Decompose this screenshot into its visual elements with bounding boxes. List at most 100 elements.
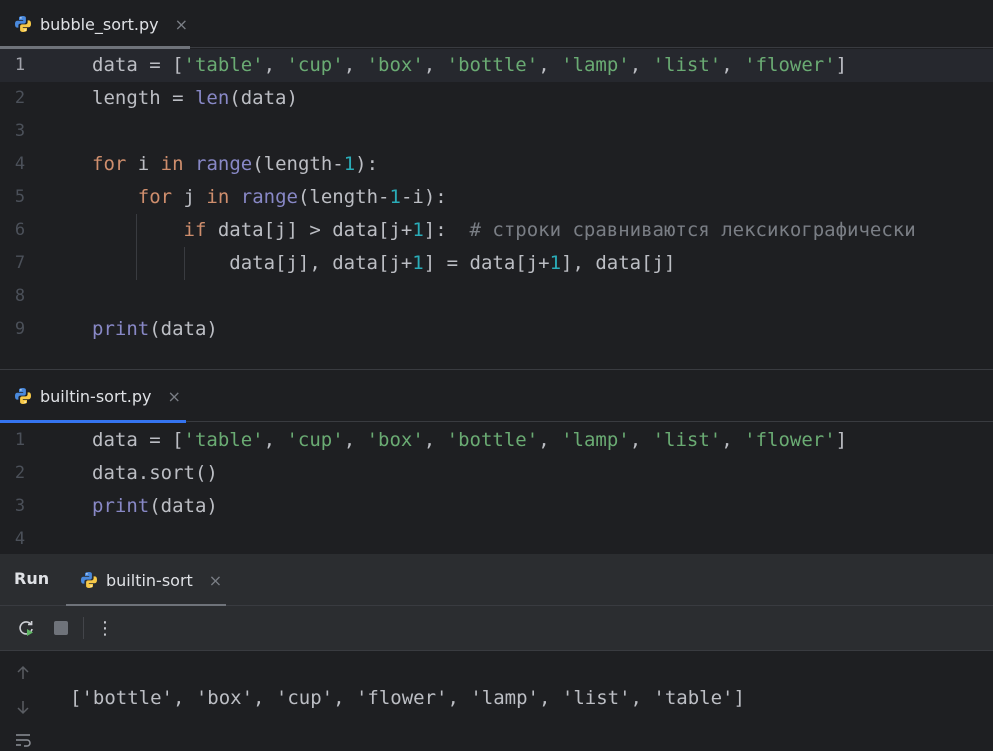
code-line[interactable]: 3 [0, 115, 993, 148]
console-output: ['bottle', 'box', 'cup', 'flower', 'lamp… [70, 687, 745, 709]
code-line[interactable]: 5 for j in range(length-1-i): [0, 181, 993, 214]
code-line[interactable]: 3 print(data) [0, 490, 993, 523]
python-file-icon [14, 387, 32, 405]
line-number: 3 [14, 121, 26, 141]
editor-tabbar-top: bubble_sort.py × [0, 0, 993, 49]
code-token: , [423, 429, 447, 451]
tab-bubble-sort[interactable]: bubble_sort.py × [0, 0, 190, 49]
code-token: , [423, 54, 447, 76]
code-token: -i): [400, 186, 447, 208]
code-text: data = ['table', 'cup', 'box', 'bottle',… [92, 49, 847, 82]
code-text: data = ['table', 'cup', 'box', 'bottle',… [92, 424, 847, 457]
code-line[interactable]: 1 data = ['table', 'cup', 'box', 'bottle'… [0, 49, 993, 82]
code-token: (length- [297, 186, 390, 208]
line-number: 8 [14, 286, 26, 306]
code-line[interactable]: 8 [0, 280, 993, 313]
code-token: # строки сравниваются лексикографически [469, 219, 916, 241]
code-editor-builtin-sort[interactable]: 1 data = ['table', 'cup', 'box', 'bottle'… [0, 424, 993, 554]
code-text: length = len(data) [92, 82, 298, 115]
toolbar-separator [83, 617, 84, 639]
more-options-icon[interactable]: ⋮ [95, 618, 115, 639]
rerun-icon[interactable] [16, 618, 36, 638]
line-number: 5 [14, 187, 26, 207]
code-token: data.sort() [92, 462, 218, 484]
code-token: i [126, 153, 161, 175]
code-token: (data) [149, 318, 218, 340]
code-text: data[j], data[j+1] = data[j+1], data[j] [92, 247, 675, 280]
code-token: , [538, 54, 562, 76]
line-number: 4 [14, 529, 26, 549]
arrow-down-icon[interactable] [13, 697, 33, 717]
close-icon[interactable]: × [168, 387, 181, 406]
code-token: ] [835, 54, 848, 76]
code-text: if data[j] > data[j+1]: # строки сравнив… [92, 214, 916, 247]
line-number: 3 [14, 496, 26, 516]
code-text: print(data) [92, 490, 218, 523]
code-token: 'cup' [286, 54, 344, 76]
code-token: , [343, 54, 367, 76]
code-token: , [263, 54, 287, 76]
code-line[interactable]: 6 if data[j] > data[j+1]: # строки сравн… [0, 214, 993, 247]
code-token: 1 [412, 219, 424, 241]
code-text: data.sort() [92, 457, 218, 490]
run-tab-builtin-sort[interactable]: builtin-sort × [66, 554, 226, 607]
code-line[interactable]: 2 data.sort() [0, 457, 993, 490]
code-token: ] [835, 429, 848, 451]
code-line[interactable]: 4 for i in range(length-1): [0, 148, 993, 181]
line-number: 7 [14, 253, 26, 273]
code-token: 'bottle' [446, 429, 539, 451]
tab-label: builtin-sort.py [40, 386, 152, 406]
stop-icon[interactable] [51, 618, 71, 638]
tab-builtin-sort[interactable]: builtin-sort.py × [0, 370, 186, 423]
code-token: , [721, 54, 745, 76]
line-number: 1 [14, 430, 26, 450]
code-token: for [92, 153, 127, 175]
run-console[interactable]: ['bottle', 'box', 'cup', 'flower', 'lamp… [0, 651, 993, 747]
code-token: range [195, 153, 253, 175]
code-editor-bubble-sort[interactable]: 1 data = ['table', 'cup', 'box', 'bottle'… [0, 49, 993, 369]
code-token: , [629, 54, 653, 76]
code-token: (data) [229, 87, 298, 109]
code-token: in [160, 153, 184, 175]
code-token: in [206, 186, 230, 208]
line-number: 4 [14, 154, 26, 174]
active-tab-indicator [0, 420, 186, 423]
code-token: 'box' [366, 54, 424, 76]
code-token: 'list' [652, 429, 722, 451]
code-token: (length- [252, 153, 344, 175]
code-token: (data) [149, 495, 218, 517]
close-icon[interactable]: × [209, 571, 222, 590]
soft-wrap-icon[interactable] [13, 731, 33, 751]
code-token: 1 [412, 252, 424, 274]
code-token: 'list' [652, 54, 722, 76]
code-line[interactable]: 7 data[j], data[j+1] = data[j+1], data[j… [0, 247, 993, 280]
code-line[interactable]: 2 length = len(data) [0, 82, 993, 115]
code-token: j [172, 186, 207, 208]
console-side-toolbar [0, 651, 46, 747]
code-text: for j in range(length-1-i): [92, 181, 447, 214]
code-token: data = [ [92, 54, 184, 76]
code-token: len [194, 87, 230, 109]
code-token: , [721, 429, 745, 451]
line-number: 2 [14, 88, 26, 108]
arrow-up-icon[interactable] [13, 663, 33, 683]
code-token: 1 [549, 252, 562, 274]
code-token: for [137, 186, 173, 208]
code-token: , [343, 429, 367, 451]
code-token: 'lamp' [561, 429, 630, 451]
tab-label: bubble_sort.py [40, 14, 159, 34]
code-token: ]: [423, 219, 470, 241]
code-line[interactable]: 4 [0, 523, 993, 554]
line-number: 1 [14, 55, 26, 75]
code-line[interactable]: 1 data = ['table', 'cup', 'box', 'bottle'… [0, 424, 993, 457]
close-icon[interactable]: × [175, 15, 188, 34]
code-line[interactable]: 9 print(data) [0, 313, 993, 346]
code-token: 'table' [183, 429, 264, 451]
code-token: ] = data[j+ [423, 252, 550, 274]
line-number: 2 [14, 463, 26, 483]
line-number: 6 [14, 220, 26, 240]
code-token: 1 [389, 186, 401, 208]
